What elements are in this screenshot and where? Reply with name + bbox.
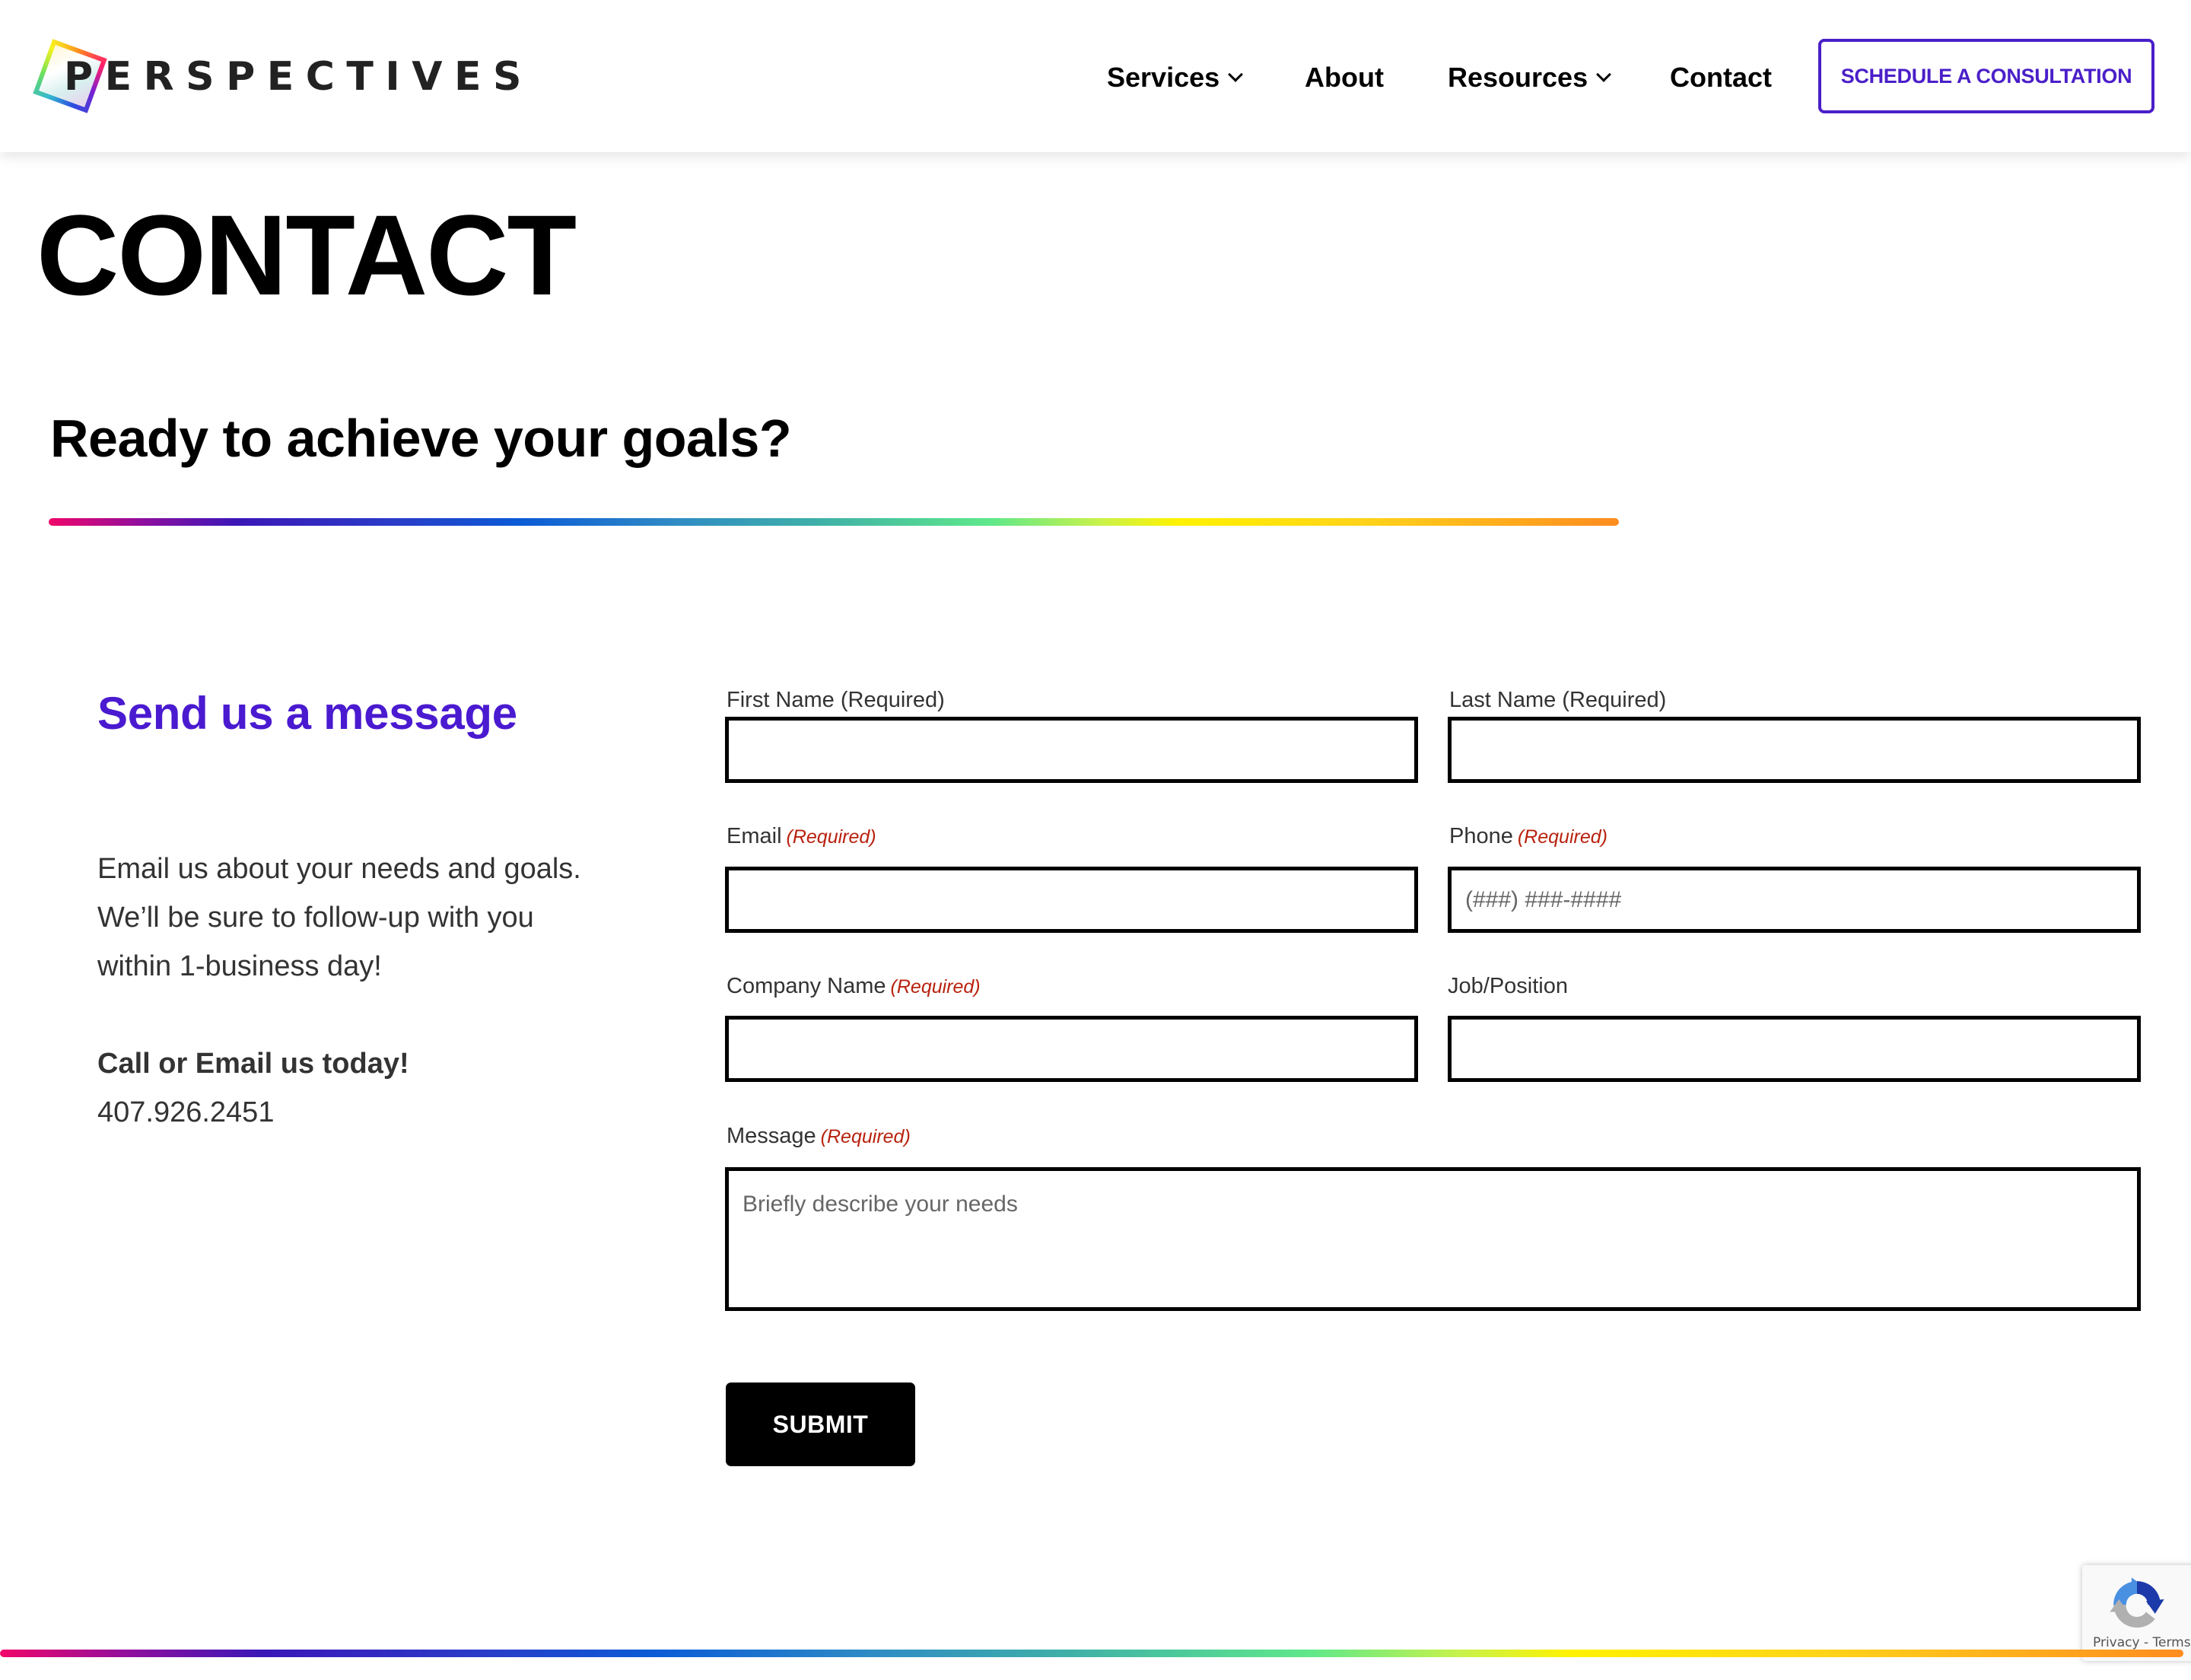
email-input[interactable] xyxy=(725,867,1418,933)
required-tag: (Required) xyxy=(1517,826,1607,848)
company-name-input[interactable] xyxy=(725,1016,1418,1082)
intro-line: Email us about your needs and goals. xyxy=(97,853,581,885)
page-title: CONTACT xyxy=(37,191,577,319)
intro-line: We’ll be sure to follow-up with you xyxy=(97,902,534,934)
intro-line: within 1-business day! xyxy=(97,950,382,982)
last-name-input[interactable] xyxy=(1448,717,2141,783)
email-label-text: Email xyxy=(727,824,782,848)
first-name-label: First Name (Required) xyxy=(727,685,945,715)
chevron-down-icon xyxy=(1596,67,1612,82)
phone-label: Phone (Required) xyxy=(1449,821,1607,852)
required-tag: (Required) xyxy=(786,826,876,848)
phone-number-link[interactable]: 407.926.2451 xyxy=(97,1088,274,1137)
job-position-input[interactable] xyxy=(1448,1016,2141,1082)
last-name-label-text: Last Name (Required) xyxy=(1449,688,1667,712)
nav-about-label: About xyxy=(1305,62,1384,93)
nav-contact[interactable]: Contact xyxy=(1670,55,1772,100)
last-name-label: Last Name (Required) xyxy=(1449,685,1666,715)
recaptcha-icon xyxy=(2110,1577,2164,1628)
message-textarea[interactable] xyxy=(725,1167,2141,1311)
tagline: Ready to achieve your goals? xyxy=(50,409,792,468)
first-name-input[interactable] xyxy=(725,717,1418,783)
schedule-consultation-button[interactable]: SCHEDULE A CONSULTATION xyxy=(1818,39,2154,113)
call-email-heading: Call or Email us today! xyxy=(97,1048,409,1080)
company-label-text: Company Name xyxy=(727,974,886,998)
job-position-label: Job/Position xyxy=(1448,971,1568,1001)
message-label-text: Message xyxy=(727,1124,816,1148)
nav-services[interactable]: Services xyxy=(1107,55,1244,100)
rainbow-divider-bottom xyxy=(0,1650,2183,1657)
phone-input[interactable] xyxy=(1448,867,2141,933)
email-label: Email (Required) xyxy=(727,821,876,852)
recaptcha-badge[interactable]: Privacy - Terms xyxy=(2082,1565,2191,1661)
logo-wordmark: PERSPECTIVES xyxy=(64,54,533,100)
first-name-label-text: First Name (Required) xyxy=(727,688,945,712)
message-label: Message (Required) xyxy=(727,1121,911,1152)
site-header: PERSPECTIVES Services About Resources Co… xyxy=(0,0,2191,152)
intro-text: Email us about your needs and goals. We’… xyxy=(97,845,645,991)
nav-services-label: Services xyxy=(1107,62,1220,93)
required-tag: (Required) xyxy=(890,976,981,998)
send-message-heading: Send us a message xyxy=(97,688,517,739)
nav-resources-label: Resources xyxy=(1448,62,1588,93)
submit-button[interactable]: SUBMIT xyxy=(726,1382,915,1466)
required-tag: (Required) xyxy=(820,1126,911,1147)
nav-about[interactable]: About xyxy=(1305,55,1384,100)
recaptcha-privacy-terms[interactable]: Privacy - Terms xyxy=(2093,1635,2191,1650)
nav-contact-label: Contact xyxy=(1670,62,1772,93)
nav-resources[interactable]: Resources xyxy=(1448,55,1612,100)
rainbow-divider xyxy=(49,518,1619,526)
perspectives-logo[interactable]: PERSPECTIVES xyxy=(33,38,521,114)
chevron-down-icon xyxy=(1228,67,1244,82)
company-name-label: Company Name (Required) xyxy=(727,971,981,1002)
job-label-text: Job/Position xyxy=(1448,974,1568,998)
phone-label-text: Phone xyxy=(1449,824,1513,848)
